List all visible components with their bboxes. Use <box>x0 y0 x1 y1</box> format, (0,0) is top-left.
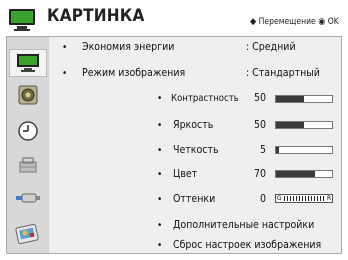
input-connector-icon <box>16 193 40 203</box>
tint-slider[interactable]: G R <box>275 194 333 203</box>
color-value: 70 <box>253 168 266 180</box>
page-title: КАРТИНКА <box>47 6 145 26</box>
menu-header: КАРТИНКА ◆ Перемещение ◉ OK <box>0 0 348 38</box>
brightness-slider[interactable] <box>275 121 333 129</box>
menu-item-label: Оттенки <box>173 193 216 205</box>
contrast-value: 50 <box>253 92 266 104</box>
contrast-slider[interactable] <box>275 95 333 103</box>
sidebar-item-input[interactable] <box>9 184 47 212</box>
menu-item-label: Экономия энергии <box>82 41 175 53</box>
picture-menu-screen: КАРТИНКА ◆ Перемещение ◉ OK • Экономия э… <box>0 0 348 260</box>
sidebar-item-option[interactable] <box>9 220 47 248</box>
menu-item-label: Дополнительные настройки <box>173 219 315 231</box>
settings-icon <box>15 223 39 245</box>
sidebar-item-audio[interactable] <box>9 81 47 109</box>
menu-item-value: : Средний <box>246 41 296 53</box>
clock-icon <box>18 121 38 141</box>
menu-item-label: Контрастность <box>171 93 239 104</box>
sharpness-value: 5 <box>259 144 266 156</box>
sidebar-item-time[interactable] <box>9 117 47 145</box>
menu-item-value: : Стандартный <box>246 67 320 79</box>
speaker-icon <box>18 85 38 105</box>
sharpness-slider[interactable] <box>275 146 333 154</box>
ok-button-icon: ◉ <box>318 17 326 27</box>
menu-content: • Экономия энергии : Средний • Режим изо… <box>49 37 341 253</box>
sidebar-item-lock[interactable] <box>9 151 47 179</box>
tint-value: 0 <box>259 193 266 205</box>
picture-icon <box>17 54 39 72</box>
color-slider[interactable] <box>275 170 333 178</box>
ok-hint-text: OK <box>327 17 339 27</box>
navigation-hint-text: Перемещение <box>258 17 316 27</box>
tint-green-mark: G <box>277 194 282 202</box>
menu-item-label: Четкость <box>173 144 219 156</box>
navigation-hint: ◆ Перемещение ◉ OK <box>250 17 339 27</box>
sidebar-item-picture[interactable] <box>9 49 47 77</box>
menu-item-label: Яркость <box>173 119 214 131</box>
menu-item-label: Сброс настроек изображения <box>173 239 322 251</box>
lock-icon <box>19 157 37 173</box>
tint-red-mark: R <box>326 194 331 202</box>
menu-item-label: Цвет <box>173 168 198 180</box>
tv-picture-icon <box>9 9 35 31</box>
category-sidebar <box>7 37 49 253</box>
menu-item-label: Режим изображения <box>82 67 186 79</box>
navigate-arrows-icon: ◆ <box>250 17 257 27</box>
brightness-value: 50 <box>253 119 266 131</box>
